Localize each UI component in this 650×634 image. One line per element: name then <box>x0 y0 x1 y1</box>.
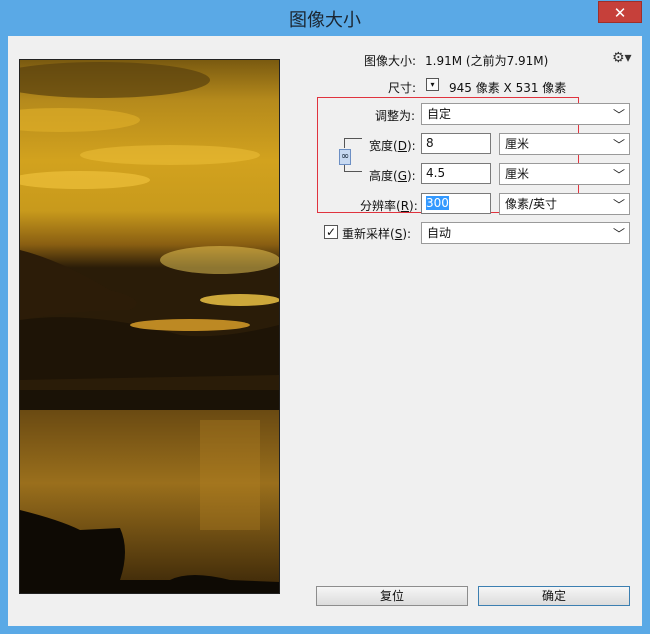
resolution-label-key: R <box>400 199 410 213</box>
dialog-window: 图像大小 ✕ 图像大小: 1.91M (之前为7.91M) ⚙▾ 尺寸: ▾ 9… <box>0 0 650 634</box>
chevron-down-icon: ﹀ <box>612 138 625 152</box>
width-unit-value: 厘米 <box>505 137 530 151</box>
fit-to-value: 自定 <box>427 107 452 121</box>
height-input[interactable]: 4.5 <box>421 163 491 184</box>
sunset-image <box>20 60 279 593</box>
resolution-label-pre: 分辨率( <box>360 199 401 213</box>
dialog-body: 图像大小: 1.91M (之前为7.91M) ⚙▾ 尺寸: ▾ 945 像素 X… <box>8 36 642 626</box>
resolution-unit-value: 像素/英寸 <box>505 197 558 211</box>
close-icon: ✕ <box>613 4 627 22</box>
close-button[interactable]: ✕ <box>598 1 642 23</box>
width-input[interactable]: 8 <box>421 133 491 154</box>
checkmark-icon: ✓ <box>325 225 337 239</box>
link-bracket-top <box>344 138 362 148</box>
resample-select[interactable]: 自动 ﹀ <box>421 222 630 244</box>
resolution-input[interactable]: 300 <box>421 193 491 214</box>
width-label-post: ): <box>406 139 416 153</box>
dimensions-value: 945 像素 X 531 像素 <box>449 81 567 95</box>
fit-to-select[interactable]: 自定 ﹀ <box>421 103 630 125</box>
height-label-key: G <box>397 169 407 183</box>
resample-label[interactable]: 重新采样(S): <box>342 225 411 242</box>
height-unit-select[interactable]: 厘米 ﹀ <box>499 163 630 185</box>
reset-button[interactable]: 复位 <box>316 586 468 606</box>
height-label-pre: 高度( <box>369 169 398 183</box>
image-size-value: 1.91M (之前为7.91M) <box>425 54 549 68</box>
image-size-label: 图像大小: <box>364 54 417 68</box>
image-preview[interactable] <box>19 59 280 594</box>
resample-value: 自动 <box>427 226 452 240</box>
ok-button[interactable]: 确定 <box>478 586 630 606</box>
resolution-value-selected: 300 <box>426 196 449 210</box>
chevron-down-icon: ﹀ <box>612 108 625 122</box>
fit-to-label: 调整为: <box>375 109 416 123</box>
width-unit-select[interactable]: 厘米 ﹀ <box>499 133 630 155</box>
constrain-link-icon[interactable]: ∞ <box>339 149 351 165</box>
chevron-down-icon: ﹀ <box>612 168 625 182</box>
dimensions-dropdown-button[interactable]: ▾ <box>426 78 439 91</box>
resolution-label-post: ): <box>409 199 418 213</box>
gear-icon[interactable]: ⚙▾ <box>612 50 632 66</box>
height-label-post: ): <box>407 169 416 183</box>
title-bar[interactable]: 图像大小 ✕ <box>0 0 650 36</box>
height-unit-value: 厘米 <box>505 167 530 181</box>
height-label: 高度(G): <box>369 167 416 184</box>
dialog-title: 图像大小 <box>289 10 361 31</box>
resolution-unit-select[interactable]: 像素/英寸 ﹀ <box>499 193 630 215</box>
chevron-down-icon: ﹀ <box>612 198 625 212</box>
width-label-pre: 宽度( <box>369 139 398 153</box>
width-label-key: D <box>397 139 407 153</box>
width-label: 宽度(D): <box>369 137 416 154</box>
dimensions-label: 尺寸: <box>388 81 417 95</box>
resample-label-pre: 重新采样( <box>342 227 395 241</box>
resample-checkbox[interactable]: ✓ <box>324 225 338 239</box>
resample-label-post: ): <box>402 227 412 241</box>
resolution-label: 分辨率(R): <box>360 197 418 214</box>
chevron-down-icon: ﹀ <box>612 227 625 241</box>
